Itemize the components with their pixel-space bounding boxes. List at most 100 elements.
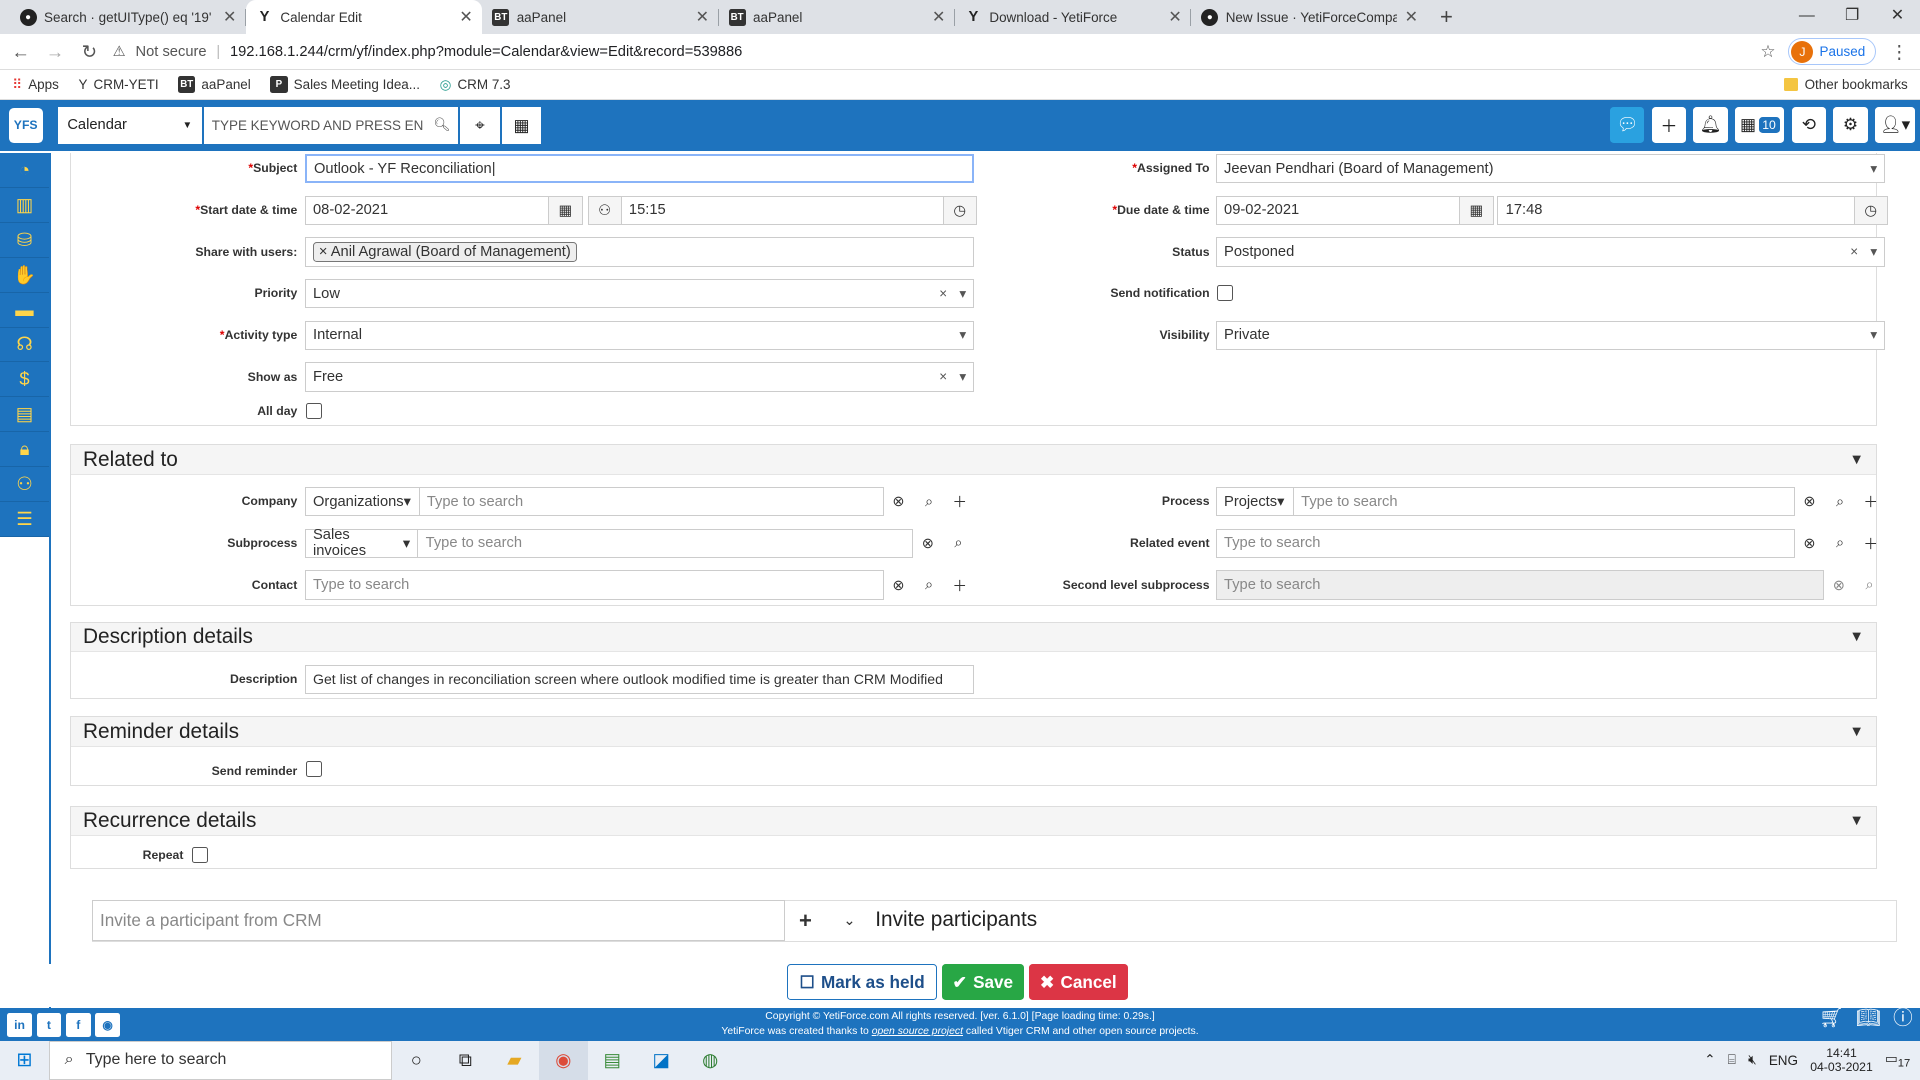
add-icon[interactable]: ＋: [1651, 106, 1687, 144]
description-textarea[interactable]: Get list of changes in reconciliation sc…: [304, 664, 975, 695]
browser-tab[interactable]: BT aaPanel ✕: [482, 0, 719, 34]
notification-icon[interactable]: ▭17: [1885, 1051, 1910, 1070]
show-as-select[interactable]: Free × ▾: [304, 362, 975, 392]
history-icon[interactable]: ⟲: [1791, 106, 1827, 144]
share-users-input[interactable]: × Anil Agrawal (Board of Management): [304, 237, 975, 267]
visibility-select[interactable]: Private ▾: [1215, 320, 1886, 350]
chevron-down-icon[interactable]: ⌄: [835, 906, 864, 935]
gear-icon[interactable]: ⚙: [1833, 106, 1868, 144]
linkedin-icon[interactable]: in: [7, 1012, 32, 1038]
recurrence-header[interactable]: Recurrence details ▼: [70, 806, 1877, 837]
subject-input[interactable]: Outlook - YF Reconciliation |: [304, 154, 975, 184]
close-icon[interactable]: ✕: [1168, 7, 1181, 27]
due-date-input[interactable]: 09-02-2021: [1215, 195, 1461, 226]
menu-icon[interactable]: ⋮: [1888, 41, 1910, 63]
clear-icon[interactable]: ⊗: [1795, 487, 1824, 516]
file-explorer-icon[interactable]: ▰: [490, 1041, 539, 1080]
add-icon[interactable]: ＋: [1856, 487, 1885, 516]
browser-tab[interactable]: ●New Issue · YetiForceCompany/Ye✕: [1191, 0, 1427, 34]
task-view-icon[interactable]: ⧉: [441, 1041, 490, 1080]
new-tab-button[interactable]: +: [1428, 0, 1465, 34]
reload-icon[interactable]: ↻: [78, 41, 100, 63]
calendar-icon[interactable]: ▦: [548, 195, 583, 226]
close-window-icon[interactable]: ✕: [1875, 0, 1920, 34]
close-icon[interactable]: ✕: [459, 7, 472, 27]
search-icon[interactable]: ⌕: [1825, 487, 1854, 516]
due-time-input[interactable]: 17:48: [1497, 195, 1857, 226]
company-module-select[interactable]: Organizations ▾: [304, 487, 420, 517]
save-button[interactable]: ✔ Save: [941, 963, 1025, 1001]
user-tag[interactable]: × Anil Agrawal (Board of Management): [313, 241, 577, 263]
bookmark-aapanel[interactable]: BT aaPanel: [178, 76, 251, 94]
profile-button[interactable]: J Paused: [1787, 38, 1876, 65]
close-icon[interactable]: ✕: [223, 7, 236, 27]
clear-icon[interactable]: ×: [1850, 244, 1858, 260]
search-icon[interactable]: ⌕: [914, 487, 943, 516]
headset-icon[interactable]: ☊: [0, 327, 49, 363]
add-icon[interactable]: ＋: [945, 570, 974, 599]
process-module-select[interactable]: Projects ▾: [1215, 487, 1295, 517]
users-icon[interactable]: ⚇: [0, 467, 49, 502]
lock-icon[interactable]: 🔒︎: [0, 432, 49, 468]
open-source-link[interactable]: open source project: [872, 1026, 963, 1037]
clear-icon[interactable]: ⊗: [1795, 529, 1824, 558]
reminder-header[interactable]: Reminder details ▼: [70, 717, 1877, 747]
company-icon[interactable]: ▥: [0, 187, 49, 223]
process-search-input[interactable]: Type to search: [1292, 487, 1795, 517]
chat-icon[interactable]: 💬︎: [1610, 106, 1645, 144]
bookmark-sales-meeting[interactable]: P Sales Meeting Idea...: [270, 76, 420, 94]
global-search-input[interactable]: TYPE KEYWORD AND PRESS EN 🔍︎: [204, 107, 458, 144]
network-icon[interactable]: ⌸: [1728, 1052, 1736, 1068]
url-field[interactable]: ⚠ Not secure | 192.168.1.244/crm/yf/inde…: [113, 37, 1749, 66]
related-event-input[interactable]: Type to search: [1215, 528, 1795, 559]
windows-start-icon[interactable]: ⊞: [0, 1048, 49, 1072]
clear-icon[interactable]: ⊗: [884, 570, 913, 599]
close-icon[interactable]: ✕: [1405, 7, 1418, 27]
contact-search-input[interactable]: Type to search: [304, 570, 884, 600]
repeat-checkbox[interactable]: [192, 847, 208, 864]
briefcase-icon[interactable]: ▬: [0, 292, 49, 328]
clear-icon[interactable]: ⊗: [1824, 570, 1853, 599]
invite-participant-input[interactable]: Invite a participant from CRM: [91, 899, 785, 942]
forward-icon[interactable]: →: [44, 41, 66, 63]
add-participant-icon[interactable]: +: [791, 906, 820, 935]
grid-icon[interactable]: ▦: [501, 107, 542, 144]
info-icon[interactable]: ⓘ: [1893, 1009, 1913, 1029]
cart-icon[interactable]: 🛒︎: [1819, 1009, 1844, 1029]
clock-icon[interactable]: ◷: [942, 195, 977, 226]
subprocess-module-select[interactable]: Sales invoices ▾: [304, 527, 419, 559]
taskbar-search-input[interactable]: ⌕ Type here to search: [48, 1040, 392, 1080]
star-icon[interactable]: ☆: [1760, 41, 1775, 62]
related-header[interactable]: Related to ▼: [70, 445, 1877, 475]
back-icon[interactable]: ←: [10, 41, 32, 63]
bookmark-crm-yeti[interactable]: Y CRM-YETI: [78, 77, 158, 92]
company-search-input[interactable]: Type to search: [418, 487, 884, 517]
calendar-reminder-button[interactable]: ▦ 10: [1735, 106, 1785, 144]
close-icon[interactable]: ✕: [696, 7, 709, 27]
search-icon[interactable]: ⌕: [944, 529, 973, 558]
add-icon[interactable]: ＋: [945, 487, 974, 516]
clear-icon[interactable]: ⊗: [913, 529, 942, 558]
crosshair-icon[interactable]: ⌖: [460, 107, 500, 144]
status-select[interactable]: Postponed × ▾: [1215, 237, 1886, 267]
bell-icon[interactable]: 🔔︎: [1693, 106, 1728, 144]
restore-icon[interactable]: ❐: [1829, 0, 1874, 34]
bookmark-apps[interactable]: ⠿ Apps: [12, 77, 59, 93]
search-icon[interactable]: ⌕: [1855, 570, 1884, 599]
subprocess-search-input[interactable]: Type to search: [417, 528, 914, 559]
facebook-icon[interactable]: f: [66, 1012, 91, 1038]
priority-select[interactable]: Low × ▾: [304, 278, 975, 309]
module-select[interactable]: Calendar ▼: [57, 107, 203, 144]
send-notification-checkbox[interactable]: [1216, 285, 1233, 301]
search-icon[interactable]: 🔍︎: [433, 117, 450, 133]
notepad-icon[interactable]: ▤: [588, 1041, 637, 1080]
mark-as-held-button[interactable]: ☐ Mark as held: [787, 963, 937, 1001]
hand-icon[interactable]: ✋: [0, 257, 49, 293]
volume-muted-icon[interactable]: 🔇︎: [1748, 1052, 1756, 1068]
book-icon[interactable]: 📖︎: [1856, 1009, 1881, 1029]
minimize-icon[interactable]: —: [1784, 0, 1829, 34]
clear-icon[interactable]: ×: [939, 286, 947, 302]
all-day-checkbox[interactable]: [305, 402, 322, 419]
search-icon[interactable]: ⌕: [914, 570, 943, 599]
browser-tab[interactable]: ● Search · getUIType() eq '19' ✕: [10, 0, 247, 34]
